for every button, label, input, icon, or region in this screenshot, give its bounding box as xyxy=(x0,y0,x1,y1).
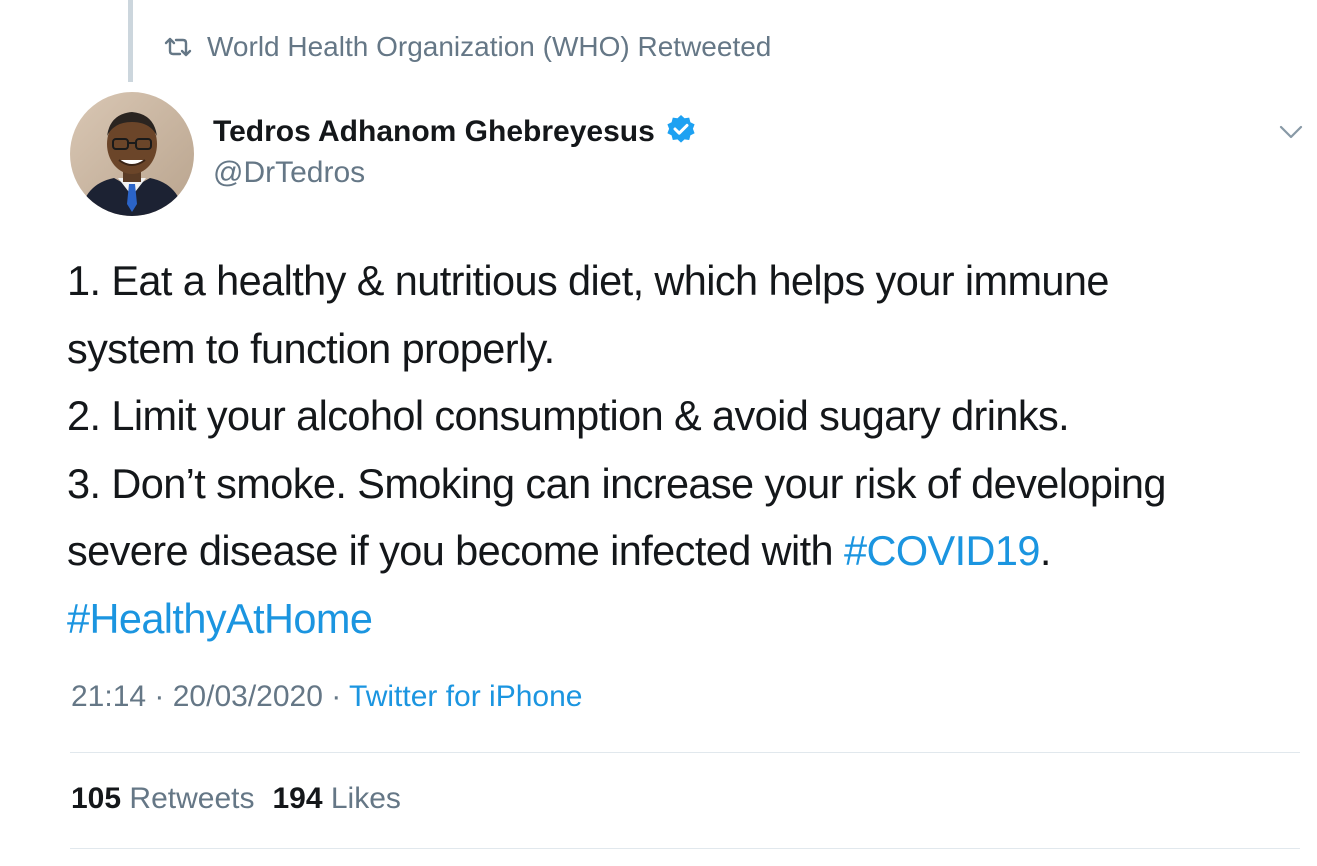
author-handle[interactable]: @DrTedros xyxy=(213,156,697,190)
chevron-down-icon[interactable] xyxy=(1277,118,1305,146)
likes-stat[interactable]: 194 Likes xyxy=(272,782,400,816)
tweet-text-line: #HealthyAtHome xyxy=(67,585,1287,653)
likes-count: 194 xyxy=(272,782,323,815)
tweet-stats: 105 Retweets 194 Likes xyxy=(71,782,401,816)
tweet-text-line: severe disease if you become infected wi… xyxy=(67,517,1287,585)
retweets-count: 105 xyxy=(71,782,122,815)
verified-badge-icon xyxy=(665,114,697,151)
tweet-author[interactable]: Tedros Adhanom Ghebreyesus @DrTedros xyxy=(213,110,697,190)
hashtag-covid19-link[interactable]: #COVID19 xyxy=(844,527,1040,574)
tweet-date[interactable]: 20/03/2020 xyxy=(173,680,323,713)
tweet-text-line: 1. Eat a healthy & nutritious diet, whic… xyxy=(67,257,1109,304)
thread-connector-line xyxy=(128,0,133,82)
tweet-text-segment: severe disease if you become infected wi… xyxy=(67,527,844,574)
tweet-text-line: system to function properly. xyxy=(67,324,555,372)
divider xyxy=(70,848,1300,849)
tweet-text-line: 3. Don’t smoke. Smoking can increase you… xyxy=(67,459,1166,507)
retweet-context-text: World Health Organization (WHO) Retweete… xyxy=(207,31,772,62)
tweet-text-punctuation: . xyxy=(1039,527,1052,574)
meta-separator: · xyxy=(146,680,173,713)
retweets-label: Retweets xyxy=(129,782,255,815)
tweet-source-link[interactable]: Twitter for iPhone xyxy=(349,680,582,713)
author-display-name[interactable]: Tedros Adhanom Ghebreyesus xyxy=(213,115,655,149)
meta-separator: · xyxy=(322,680,350,713)
hashtag-healthyathome-link[interactable]: #HealthyAtHome xyxy=(67,595,373,642)
tweet-meta: 21:14 · 20/03/2020 · Twitter for iPhone xyxy=(71,680,582,714)
tweet-time[interactable]: 21:14 xyxy=(71,680,146,713)
tweet-text: 1. Eat a healthy & nutritious diet, whic… xyxy=(67,247,1287,652)
avatar[interactable] xyxy=(70,92,194,216)
likes-label: Likes xyxy=(330,782,401,815)
divider xyxy=(70,752,1300,753)
tweet-text-line: 2. Limit your alcohol consumption & avoi… xyxy=(67,392,1070,439)
retweets-stat[interactable]: 105 Retweets xyxy=(71,782,254,816)
retweet-context[interactable]: World Health Organization (WHO) Retweete… xyxy=(163,30,771,64)
retweet-icon xyxy=(163,36,193,58)
